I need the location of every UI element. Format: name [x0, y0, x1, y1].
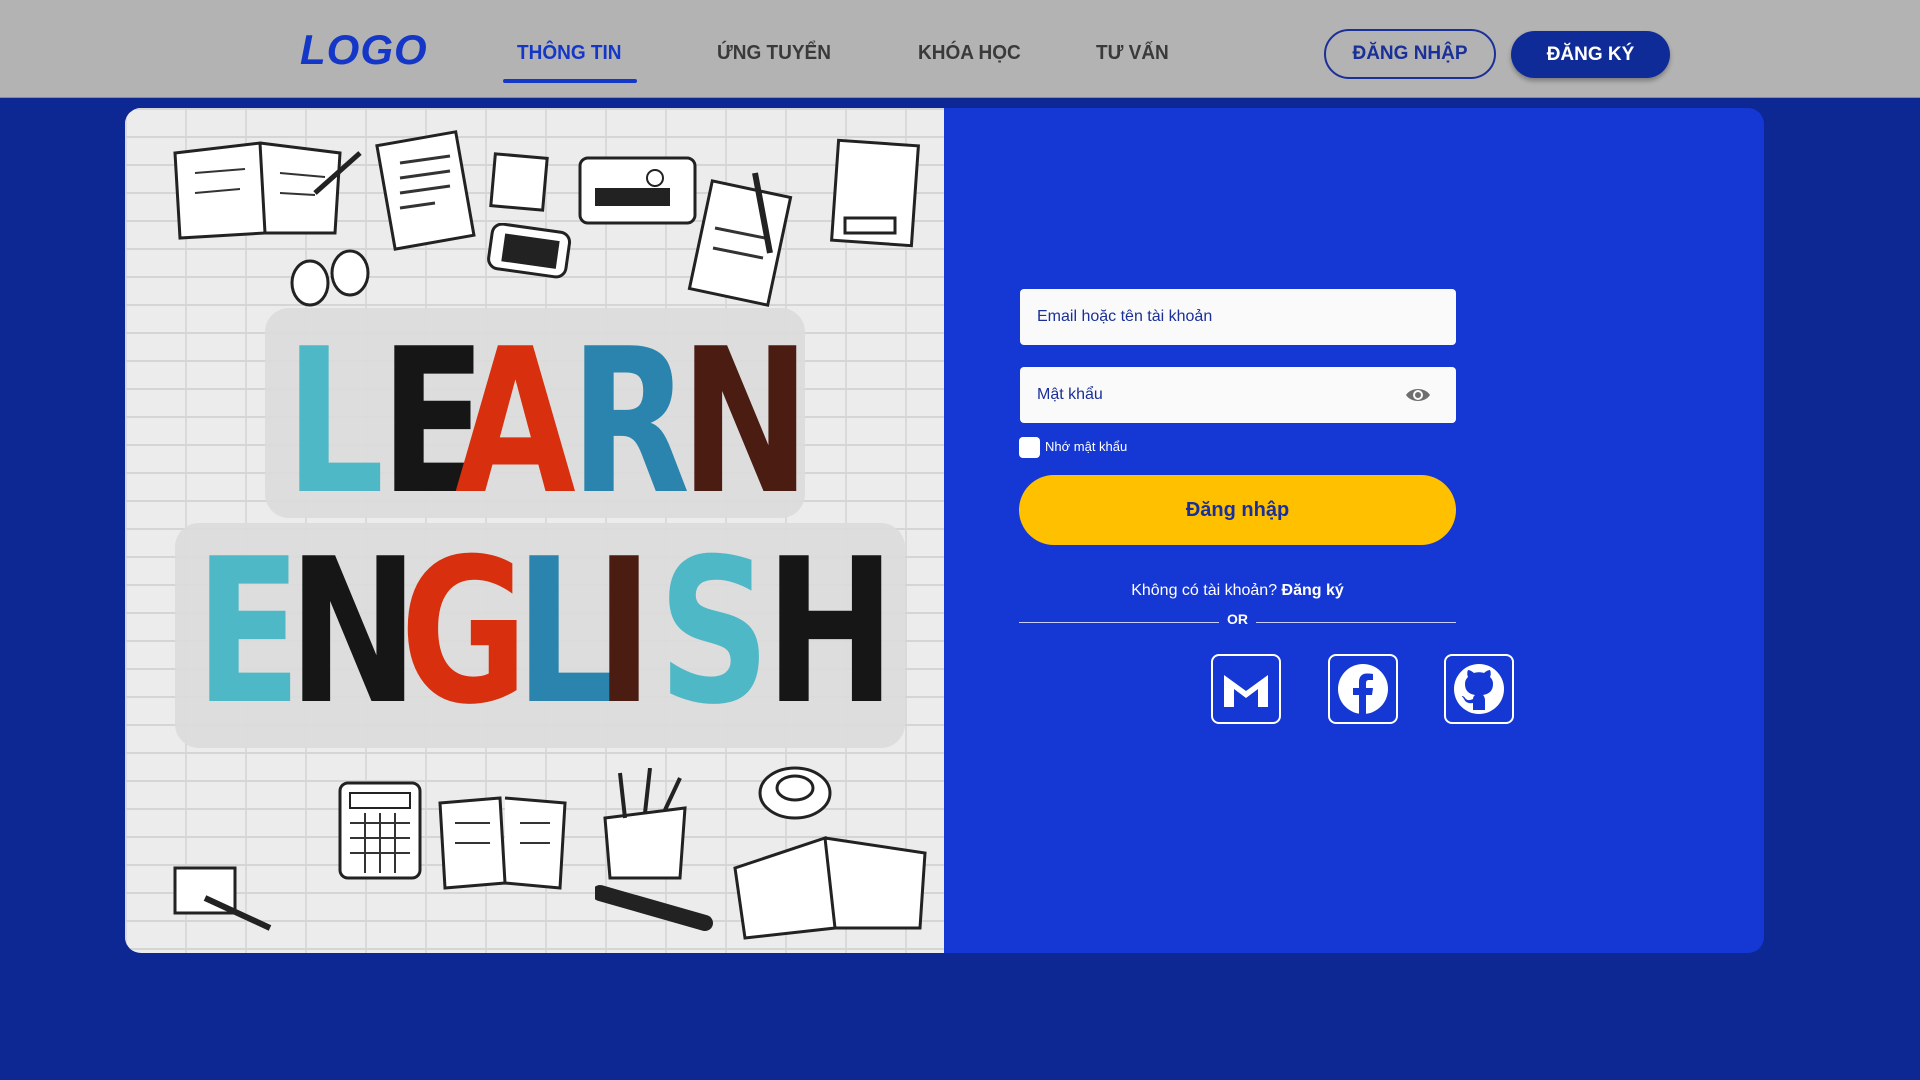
signup-prompt: Không có tài khoản? Đăng ký: [1019, 582, 1456, 600]
pen-doodle-icon: [173, 866, 272, 931]
pencil-cup-doodle-icon: [603, 768, 687, 880]
or-text: OR: [1227, 611, 1248, 627]
marker-doodle-icon: [595, 885, 713, 931]
top-navbar: LOGO THÔNG TIN ỨNG TUYỂN KHÓA HỌC TƯ VẤN…: [0, 0, 1920, 98]
hero-letter: I: [595, 516, 654, 749]
open-book-doodle-icon: [438, 796, 567, 890]
hero-letter: E: [195, 516, 302, 749]
email-field[interactable]: Email hoặc tên tài khoản: [1020, 289, 1456, 345]
logo[interactable]: LOGO: [300, 26, 428, 74]
github-icon: [1454, 664, 1504, 714]
password-placeholder: Mật khẩu: [1037, 386, 1103, 403]
password-field[interactable]: Mật khẩu: [1020, 367, 1456, 423]
clipboard-doodle-icon: [687, 172, 793, 307]
login-card: L E A R N E N G L I S H: [125, 108, 1764, 953]
learn-english-illustration: L E A R N E N G L I S H: [125, 108, 944, 953]
hero-letter: L: [285, 306, 385, 539]
gmail-icon: [1224, 675, 1268, 707]
hero-letter: H: [765, 516, 896, 749]
hero-letter: S: [658, 516, 771, 749]
show-password-eye-icon[interactable]: [1404, 383, 1432, 407]
nav-ung-tuyen[interactable]: ỨNG TUYỂN: [717, 42, 831, 65]
nav-tu-van[interactable]: TƯ VẤN: [1096, 42, 1169, 65]
hero-letter: N: [288, 516, 419, 749]
hero-letter: A: [455, 306, 576, 539]
login-submit-button[interactable]: Đăng nhập: [1019, 475, 1456, 545]
hero-letter: N: [680, 306, 811, 539]
gmail-login-button[interactable]: [1211, 654, 1281, 724]
remember-checkbox[interactable]: [1019, 437, 1040, 458]
hero-letter: R: [570, 306, 691, 539]
phone-doodle-icon: [487, 223, 572, 279]
nav-khoa-hoc[interactable]: KHÓA HỌC: [918, 42, 1021, 65]
facebook-icon: [1338, 664, 1388, 714]
sticky-note-doodle-icon: [489, 152, 549, 212]
signup-link[interactable]: Đăng ký: [1282, 582, 1344, 599]
header-login-button[interactable]: ĐĂNG NHẬP: [1324, 29, 1496, 79]
ink-bottles-doodle-icon: [290, 249, 370, 307]
calculator-doodle-icon: [338, 781, 422, 880]
nav-thong-tin[interactable]: THÔNG TIN: [517, 42, 622, 65]
facebook-login-button[interactable]: [1328, 654, 1398, 724]
header-register-button[interactable]: ĐĂNG KÝ: [1511, 31, 1670, 78]
document-doodle-icon: [375, 130, 476, 251]
or-divider: OR: [1019, 611, 1456, 629]
github-login-button[interactable]: [1444, 654, 1514, 724]
notebook-coffee-doodle-icon: [733, 766, 927, 940]
hero-letter: G: [400, 516, 529, 749]
remember-label: Nhớ mật khẩu: [1045, 439, 1128, 454]
planner-doodle-icon: [830, 138, 920, 248]
notebook-doodle-icon: [173, 141, 362, 240]
no-account-text: Không có tài khoản?: [1131, 582, 1278, 599]
nav-active-indicator: [503, 79, 637, 83]
